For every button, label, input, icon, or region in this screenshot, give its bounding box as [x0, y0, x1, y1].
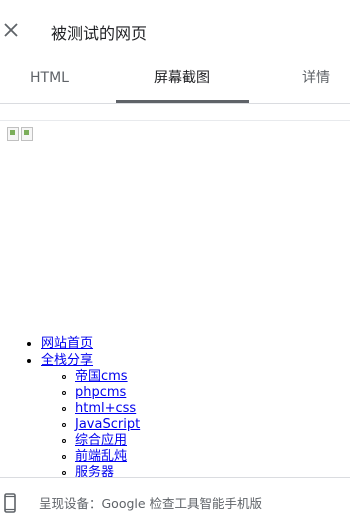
dialog-header: 被测试的网页: [0, 0, 350, 62]
rendered-screenshot[interactable]: 网站首页 全栈分享 帝国cms phpcms html+css JavaScri…: [0, 121, 350, 477]
site-nav-list: 网站首页 全栈分享 帝国cms phpcms html+css JavaScri…: [0, 335, 140, 477]
render-device-footer: 呈现设备：Google 检查工具智能手机版: [0, 477, 350, 526]
list-item: html+css: [61, 401, 140, 417]
nav-link-home[interactable]: 网站首页: [41, 336, 93, 351]
tab-details[interactable]: 详情: [302, 62, 330, 102]
nav-link-phpcms[interactable]: phpcms: [75, 385, 126, 400]
broken-image-icon: [7, 127, 19, 141]
list-item: 帝国cms: [61, 369, 140, 385]
page-title: 被测试的网页: [51, 24, 148, 43]
list-item: 全栈分享 帝国cms phpcms html+css JavaScript 综合…: [26, 352, 140, 477]
list-item: 前端乱炖: [61, 449, 140, 465]
nav-link-server[interactable]: 服务器: [75, 465, 114, 477]
list-item: 网站首页: [26, 335, 140, 352]
nav-link-empire-cms[interactable]: 帝国cms: [75, 369, 128, 384]
tabs-divider: [0, 103, 350, 104]
broken-image-icon: [21, 127, 33, 141]
list-item: 服务器: [61, 465, 140, 477]
smartphone-icon: [4, 493, 16, 513]
render-device-label: 呈现设备：Google 检查工具智能手机版: [39, 496, 263, 511]
tab-screenshot[interactable]: 屏幕截图: [154, 62, 210, 102]
list-item: phpcms: [61, 385, 140, 401]
tab-html[interactable]: HTML: [30, 62, 69, 102]
list-item: 综合应用: [61, 433, 140, 449]
nav-link-html-css[interactable]: html+css: [75, 401, 136, 416]
nav-link-frontend-misc[interactable]: 前端乱炖: [75, 449, 127, 464]
close-icon[interactable]: [2, 21, 20, 39]
tab-bar: HTML 屏幕截图 详情: [0, 62, 350, 103]
list-item: JavaScript: [61, 417, 140, 433]
nav-link-integrated-apps[interactable]: 综合应用: [75, 433, 127, 448]
sub-nav-list: 帝国cms phpcms html+css JavaScript 综合应用 前端…: [41, 369, 140, 477]
nav-link-fullstack[interactable]: 全栈分享: [41, 353, 93, 368]
nav-link-javascript[interactable]: JavaScript: [75, 417, 140, 432]
